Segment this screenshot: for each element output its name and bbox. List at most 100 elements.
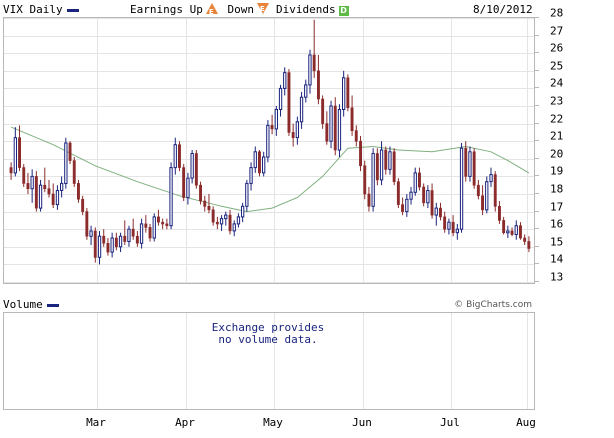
- candle-body-up: [506, 230, 510, 234]
- candle-body-down: [312, 54, 316, 72]
- candle-body-up: [266, 124, 270, 158]
- x-tick-label: Jun: [352, 416, 372, 429]
- candle-body-down: [123, 235, 127, 242]
- candle-body-up: [308, 54, 312, 86]
- candle-body-down: [291, 132, 295, 139]
- candle-body-down: [438, 207, 442, 218]
- candle-body-down: [346, 77, 350, 108]
- candle-body-down: [34, 176, 38, 209]
- candle-body-up: [405, 198, 409, 213]
- candle-body-up: [283, 72, 287, 89]
- volume-legend: Volume: [3, 298, 59, 311]
- candle-body-up: [64, 142, 68, 184]
- candle-body-down: [199, 184, 202, 202]
- candle-body-down: [203, 200, 207, 207]
- y-tick-label: 26: [550, 42, 563, 55]
- candle-body-up: [459, 147, 464, 230]
- candle-body-up: [152, 216, 156, 239]
- y-tick-label: 19: [550, 165, 563, 178]
- earnings-down-label: Down: [227, 3, 254, 16]
- y-tick-label: 15: [550, 236, 563, 249]
- y-tick-label: 13: [550, 271, 563, 284]
- earnings-up-icon: E: [205, 3, 218, 16]
- candle-body-down: [85, 211, 89, 237]
- candle-body-down: [93, 230, 97, 258]
- candle-body-up: [342, 77, 346, 110]
- y-tick-label: 17: [550, 201, 563, 214]
- candle-body-down: [527, 241, 531, 249]
- candle-body-up: [514, 225, 518, 235]
- candle-body-down: [77, 183, 80, 200]
- candle-body-down: [43, 184, 47, 189]
- candle-body-up: [455, 228, 460, 234]
- price-y-axis: 13 14 15 16 17 18 19 20 21 22 23 24 25 26 27 28: [534, 7, 564, 284]
- candle-body-up: [60, 182, 64, 191]
- candle-body-down: [493, 174, 497, 207]
- candle-body-up: [274, 109, 279, 130]
- candle-body-up: [337, 109, 342, 151]
- candle-body-down: [114, 237, 118, 248]
- candle-body-down: [396, 181, 400, 205]
- dividends-legend: Dividends D: [276, 3, 349, 16]
- candle-body-down: [131, 228, 135, 237]
- volume-note-line2: no volume data.: [218, 333, 318, 346]
- candle-body-up: [379, 149, 384, 181]
- candle-body-up: [426, 190, 430, 204]
- candle-body-up: [388, 151, 392, 170]
- candle-body-down: [367, 193, 371, 207]
- dividends-label: Dividends: [276, 3, 336, 16]
- candle-body-down: [106, 243, 110, 253]
- y-tick-label: 27: [550, 25, 563, 38]
- candle-body-down: [194, 153, 198, 186]
- candle-body-up: [127, 228, 131, 242]
- candle-body-up: [169, 167, 173, 227]
- x-tick-label: Jul: [440, 416, 460, 429]
- candle-body-down: [510, 230, 514, 235]
- candle-body-down: [26, 183, 30, 189]
- earnings-down-icon: E: [256, 3, 269, 14]
- candle-body-up: [118, 235, 123, 248]
- candle-body-down: [72, 160, 76, 184]
- candle-body-down: [422, 186, 426, 204]
- y-tick-label: 16: [550, 218, 563, 231]
- candle-body-down: [287, 72, 291, 133]
- candle-body-down: [51, 193, 55, 205]
- candle-body-up: [186, 177, 190, 199]
- candle-body-down: [9, 167, 13, 174]
- y-tick-label: 21: [550, 130, 563, 143]
- candle-body-up: [110, 237, 114, 253]
- candle-body-up: [489, 174, 493, 183]
- candle-body-down: [215, 221, 219, 225]
- candle-body-down: [481, 195, 484, 211]
- candle-body-down: [502, 220, 506, 233]
- candle-body-down: [157, 216, 160, 223]
- candle-body-up: [295, 121, 300, 139]
- x-tick-label: May: [263, 416, 283, 429]
- y-tick-label: 22: [550, 113, 563, 126]
- candle-body-down: [321, 98, 325, 124]
- candle-body-down: [22, 167, 26, 184]
- earnings-label: Earnings: [130, 3, 183, 16]
- volume-line-icon: [46, 303, 59, 307]
- date-x-axis: Mar Apr May Jun Jul Aug: [86, 416, 536, 429]
- candle-body-down: [354, 130, 358, 142]
- candle-body-up: [485, 181, 489, 211]
- dividends-icon: D: [338, 6, 349, 16]
- candle-body-down: [523, 237, 527, 242]
- candle-body-up: [139, 223, 144, 244]
- candle-body-up: [262, 156, 266, 174]
- candle-body-down: [228, 214, 232, 232]
- x-tick-label: Aug: [516, 416, 536, 429]
- candle-body-down: [451, 221, 455, 234]
- candle-body-up: [190, 153, 194, 179]
- candle-body-up: [304, 84, 308, 98]
- candle-body-down: [207, 206, 211, 211]
- candle-body-up: [434, 207, 438, 216]
- candle-body-down: [417, 172, 421, 188]
- candle-body-up: [371, 153, 375, 207]
- price-panel: [3, 17, 535, 284]
- copyright: © BigCharts.com: [454, 300, 532, 310]
- earnings-up-label: Up: [189, 3, 203, 16]
- candle-body-down: [350, 107, 354, 132]
- series-line-icon: [66, 8, 79, 12]
